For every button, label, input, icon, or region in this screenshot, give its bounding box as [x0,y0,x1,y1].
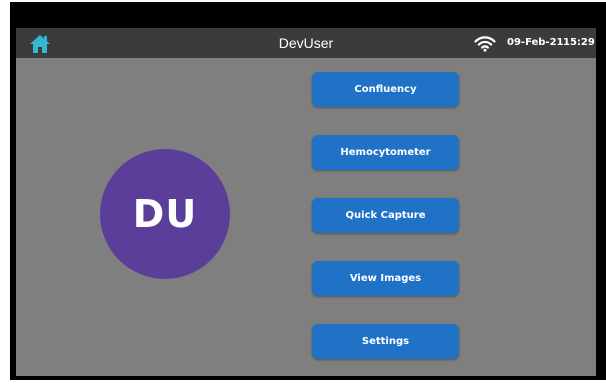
view-images-button-label: View Images [349,273,422,284]
view-images-button[interactable]: View Images [312,261,459,296]
hemocytometer-button[interactable]: Hemocytometer [312,135,459,170]
title-bar: DevUser 09-Feb-21 15:29 [16,28,596,58]
avatar-initials: DU [132,192,198,236]
confluency-button-label: Confluency [354,84,417,95]
settings-button-label: Settings [361,336,410,347]
home-screen: DevUser 09-Feb-21 15:29 DU Confluency He… [16,28,596,376]
quick-capture-button-label: Quick Capture [345,210,426,221]
wifi-icon [474,36,496,52]
quick-capture-button[interactable]: Quick Capture [312,198,459,233]
hemocytometer-button-label: Hemocytometer [340,147,431,158]
home-icon[interactable] [29,34,51,54]
device-bezel: DevUser 09-Feb-21 15:29 DU Confluency He… [10,2,606,380]
time-display: 15:29 [563,37,595,48]
date-display: 09-Feb-21 [507,37,564,48]
confluency-button[interactable]: Confluency [312,72,459,107]
settings-button[interactable]: Settings [312,324,459,359]
user-avatar: DU [100,149,230,279]
